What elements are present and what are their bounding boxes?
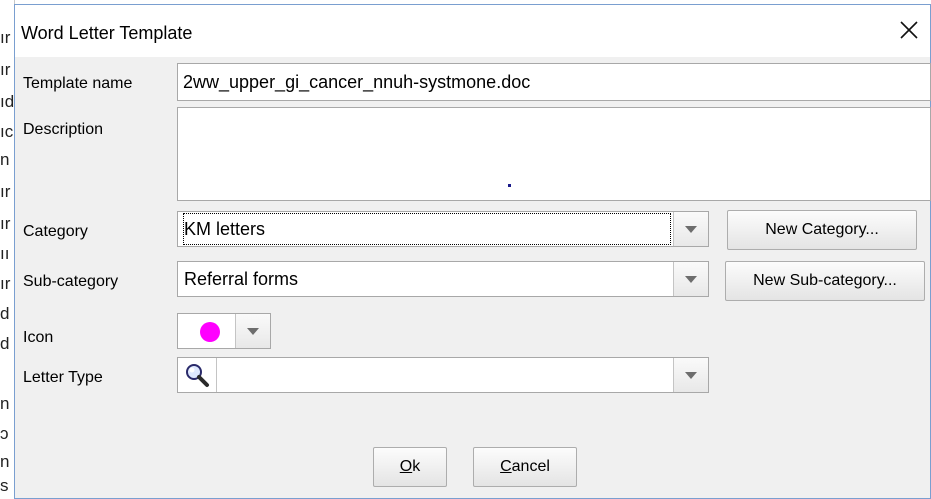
category-value: KM letters: [182, 212, 672, 246]
chevron-down-icon: [685, 275, 697, 283]
letter-type-label: Letter Type: [23, 369, 103, 386]
title-bar[interactable]: Word Letter Template: [15, 5, 930, 57]
background-window-edge: ır ır ıd ıc n ır ır ıı ır d d n ɔ n s: [0, 0, 15, 499]
background-text: s: [0, 476, 9, 495]
word-letter-template-dialog: Word Letter Template Template name 2ww_u…: [14, 4, 931, 499]
subcategory-label: Sub-category: [23, 273, 119, 290]
close-icon: [900, 21, 918, 39]
background-text: d: [0, 304, 10, 323]
subcategory-select[interactable]: Referral forms: [177, 261, 709, 297]
new-category-button[interactable]: New Category...: [727, 210, 917, 250]
background-text: ɔ: [0, 424, 9, 443]
background-text: d: [0, 334, 10, 353]
chevron-down-icon: [247, 327, 259, 335]
background-text: ıd: [0, 92, 14, 111]
category-select[interactable]: KM letters: [177, 211, 709, 247]
background-text: n: [0, 150, 10, 169]
cancel-mnemonic: C: [500, 458, 512, 475]
chevron-down-icon: [685, 371, 697, 379]
background-text: n: [0, 394, 10, 413]
magenta-circle-icon: [200, 322, 220, 342]
ok-label: k: [412, 458, 421, 475]
background-text: ıı: [0, 244, 10, 263]
letter-type-select[interactable]: [177, 357, 709, 393]
category-label: Category: [23, 223, 88, 240]
chevron-down-icon: [685, 225, 697, 233]
subcategory-dropdown-button[interactable]: [673, 262, 708, 296]
text-cursor-dot: [508, 184, 511, 187]
background-text: n: [0, 452, 10, 471]
letter-type-value: [220, 358, 672, 392]
icon-label: Icon: [23, 329, 54, 346]
background-text: ıc: [0, 122, 14, 141]
icon-select[interactable]: [177, 313, 271, 349]
description-label: Description: [23, 121, 104, 138]
background-text: ır: [0, 214, 11, 233]
dialog-content: Template name 2ww_upper_gi_cancer_nnuh-s…: [15, 57, 931, 498]
template-name-label: Template name: [23, 75, 133, 92]
letter-type-lookup-button[interactable]: [178, 358, 217, 392]
letter-type-dropdown-button[interactable]: [673, 358, 708, 392]
ok-button[interactable]: Ok: [373, 447, 447, 487]
close-button[interactable]: [892, 13, 926, 47]
background-text: ır: [0, 182, 11, 201]
new-subcategory-button[interactable]: New Sub-category...: [725, 261, 925, 301]
dialog-title: Word Letter Template: [21, 23, 193, 43]
background-text: ır: [0, 274, 11, 293]
cancel-label: ancel: [511, 458, 550, 475]
template-name-input[interactable]: 2ww_upper_gi_cancer_nnuh-systmone.doc: [177, 63, 931, 101]
magnifier-icon: [186, 364, 209, 387]
cancel-button[interactable]: Cancel: [473, 447, 577, 487]
background-text: ır: [0, 60, 11, 79]
icon-dropdown-button[interactable]: [235, 314, 270, 348]
category-dropdown-button[interactable]: [673, 212, 708, 246]
subcategory-value: Referral forms: [184, 268, 299, 289]
description-textarea[interactable]: [177, 107, 931, 201]
ok-mnemonic: O: [399, 458, 413, 475]
background-text: ır: [0, 28, 11, 47]
